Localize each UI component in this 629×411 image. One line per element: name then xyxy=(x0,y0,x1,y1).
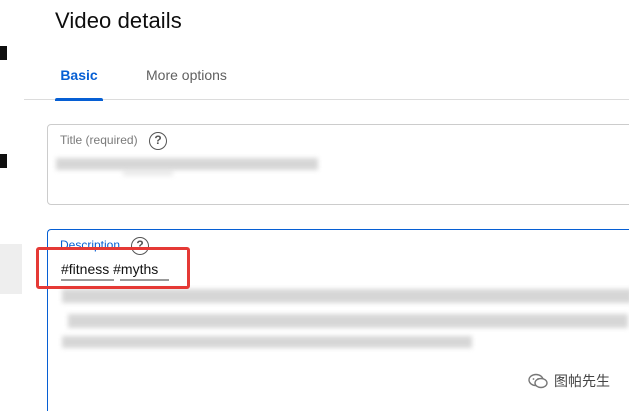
page-title: Video details xyxy=(55,8,182,33)
redacted-description-line xyxy=(62,336,472,348)
redacted-title-text xyxy=(123,170,173,176)
watermark-text: 图帕先生 xyxy=(554,373,610,389)
tab-basic[interactable]: Basic xyxy=(55,54,103,101)
help-icon[interactable]: ? xyxy=(149,132,167,150)
tab-bar: Basic More options xyxy=(24,54,629,101)
highlight-box xyxy=(36,247,190,289)
wechat-icon xyxy=(528,373,548,389)
edge-marker-top xyxy=(0,46,7,60)
watermark: 图帕先生 xyxy=(528,371,610,391)
redacted-description-line xyxy=(62,289,629,303)
edge-panel-fragment xyxy=(0,244,22,294)
redacted-description-line xyxy=(68,314,628,328)
edge-marker-middle xyxy=(0,154,7,168)
title-field[interactable]: Title (required) ? xyxy=(47,124,629,205)
title-field-label: Title (required) xyxy=(60,133,138,147)
redacted-title-text xyxy=(56,158,318,170)
tab-more-options[interactable]: More options xyxy=(146,54,227,100)
